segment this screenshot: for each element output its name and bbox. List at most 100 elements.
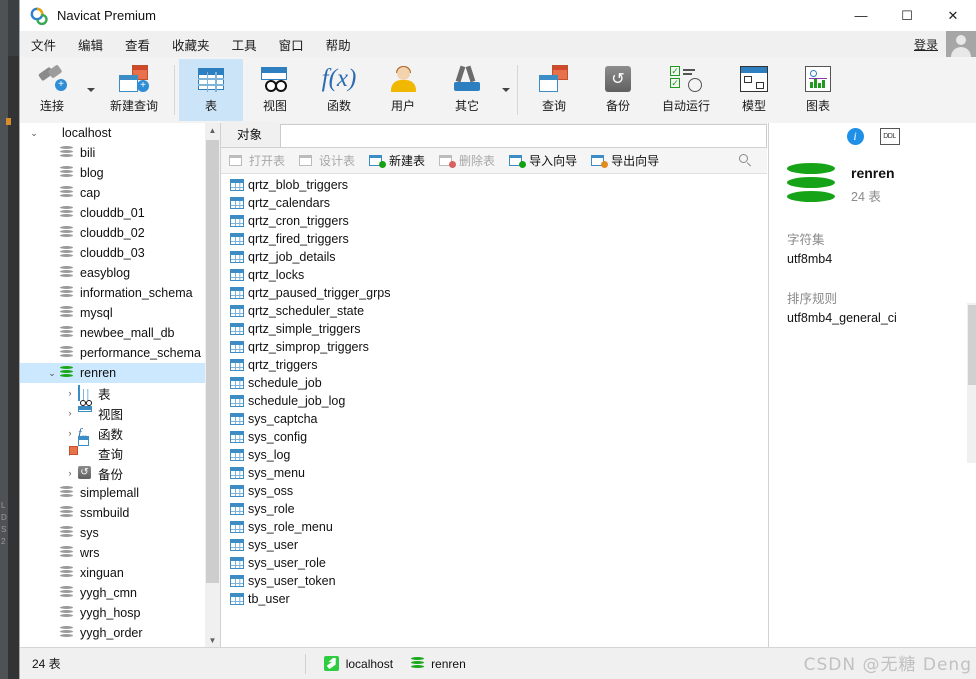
table-list-item[interactable]: sys_role <box>221 500 767 518</box>
ddl-icon[interactable]: DDL <box>879 127 900 145</box>
ribbon-button-user[interactable]: 用户 <box>371 59 435 121</box>
login-link[interactable]: 登录 <box>914 36 938 53</box>
tree-node-bili[interactable]: bili <box>20 143 205 163</box>
tree-node-blog[interactable]: blog <box>20 163 205 183</box>
tree-scroll-thumb[interactable] <box>206 140 219 583</box>
minimize-button[interactable]: — <box>838 0 884 31</box>
tree-node-wrs[interactable]: wrs <box>20 543 205 563</box>
table-list-item[interactable]: sys_captcha <box>221 410 767 428</box>
menu-item-file[interactable]: 文件 <box>20 31 67 58</box>
table-list-item[interactable]: qrtz_calendars <box>221 194 767 212</box>
other-dropdown-caret-icon[interactable] <box>499 59 513 121</box>
menu-item-window[interactable]: 窗口 <box>268 31 315 58</box>
maximize-button[interactable]: ☐ <box>884 0 930 31</box>
tree-node-newbee_mall_db[interactable]: newbee_mall_db <box>20 323 205 343</box>
table-list-item[interactable]: qrtz_locks <box>221 266 767 284</box>
table-list-item[interactable]: sys_log <box>221 446 767 464</box>
tree-node-xinguan[interactable]: xinguan <box>20 563 205 583</box>
table-list-item[interactable]: qrtz_simprop_triggers <box>221 338 767 356</box>
tree-node-查询[interactable]: ›查询 <box>20 436 205 463</box>
tree-node-备份[interactable]: › ↺ 备份 <box>20 463 205 483</box>
tree-node-sys[interactable]: sys <box>20 523 205 543</box>
tree-twisty-icon[interactable]: ⌄ <box>44 368 60 379</box>
table-list-item[interactable]: qrtz_fired_triggers <box>221 230 767 248</box>
object-toolbar-design-table[interactable]: 设计表 <box>293 150 361 171</box>
tree-twisty-icon[interactable]: › <box>62 388 78 398</box>
table-list-item[interactable]: sys_role_menu <box>221 518 767 536</box>
avatar[interactable] <box>946 31 976 57</box>
ribbon-button-chart[interactable]: 图表 <box>786 59 850 121</box>
tree-node-performance_schema[interactable]: performance_schema <box>20 343 205 363</box>
table-list-item[interactable]: tb_user <box>221 590 767 608</box>
table-list-item[interactable]: qrtz_job_details <box>221 248 767 266</box>
table-list-item[interactable]: qrtz_triggers <box>221 356 767 374</box>
tree-node-yygh_order[interactable]: yygh_order <box>20 623 205 643</box>
menu-item-help[interactable]: 帮助 <box>315 31 362 58</box>
tree-node-yygh_cmn[interactable]: yygh_cmn <box>20 583 205 603</box>
connection-dropdown-caret-icon[interactable] <box>84 59 98 121</box>
ribbon-button-function[interactable]: f(x) 函数 <box>307 59 371 121</box>
close-button[interactable]: ✕ <box>930 0 976 31</box>
object-toolbar-open-table[interactable]: 打开表 <box>223 150 291 171</box>
ribbon-button-connection[interactable]: + 连接 <box>20 59 84 121</box>
menu-item-favorites[interactable]: 收藏夹 <box>161 31 221 58</box>
search-icon[interactable] <box>739 153 753 168</box>
tree-node-clouddb_03[interactable]: clouddb_03 <box>20 243 205 263</box>
tree-node-renren[interactable]: ⌄ renren <box>20 363 205 383</box>
tree-node-函数[interactable]: ›fx函数 <box>20 423 205 444</box>
table-list-item[interactable]: qrtz_scheduler_state <box>221 302 767 320</box>
object-toolbar-delete-table[interactable]: 删除表 <box>433 150 501 171</box>
tree-node-easyblog[interactable]: easyblog <box>20 263 205 283</box>
tree-node-yygh_hosp[interactable]: yygh_hosp <box>20 603 205 623</box>
table-name: sys_user <box>248 538 299 552</box>
info-scroll-thumb[interactable] <box>968 305 976 385</box>
menu-item-view[interactable]: 查看 <box>114 31 161 58</box>
table-list-item[interactable]: qrtz_blob_triggers <box>221 176 767 194</box>
tab-objects[interactable]: 对象 <box>221 121 279 147</box>
tree-node-information_schema[interactable]: information_schema <box>20 283 205 303</box>
table-list-item[interactable]: qrtz_simple_triggers <box>221 320 767 338</box>
table-list-item[interactable]: schedule_job_log <box>221 392 767 410</box>
tree-node-表[interactable]: › 表 <box>20 383 205 403</box>
table-list-item[interactable]: sys_oss <box>221 482 767 500</box>
ribbon-button-query[interactable]: 查询 <box>522 59 586 121</box>
tree-twisty-icon[interactable]: › <box>62 468 78 478</box>
menu-item-edit[interactable]: 编辑 <box>67 31 114 58</box>
tree-scrollbar[interactable]: ▲ ▼ <box>205 123 220 648</box>
tree-node-视图[interactable]: › 视图 <box>20 400 205 423</box>
tree-node-ssmbuild[interactable]: ssmbuild <box>20 503 205 523</box>
ribbon-button-model[interactable]: 模型 <box>722 59 786 121</box>
object-toolbar-import-wizard[interactable]: 导入向导 <box>503 150 583 171</box>
table-list-item[interactable]: schedule_job <box>221 374 767 392</box>
info-scrollbar[interactable] <box>967 303 976 463</box>
tree-node-cap[interactable]: cap <box>20 183 205 203</box>
table-list-item[interactable]: sys_config <box>221 428 767 446</box>
table-list-item[interactable]: sys_user_token <box>221 572 767 590</box>
tree-node-label: yygh_hosp <box>80 606 141 620</box>
menu-item-tools[interactable]: 工具 <box>221 31 268 58</box>
ribbon-button-other[interactable]: 其它 <box>435 59 499 121</box>
tree-twisty-icon[interactable]: › <box>62 408 78 418</box>
info-icon[interactable]: i <box>846 127 864 145</box>
table-list-item[interactable]: sys_user_role <box>221 554 767 572</box>
tree-node-clouddb_01[interactable]: clouddb_01 <box>20 203 205 223</box>
table-list-item[interactable]: sys_user <box>221 536 767 554</box>
tree-scroll-up-icon[interactable]: ▲ <box>205 123 220 138</box>
object-toolbar-export-wizard[interactable]: 导出向导 <box>585 150 665 171</box>
object-toolbar-new-table[interactable]: 新建表 <box>363 150 431 171</box>
ribbon-button-table[interactable]: 表 <box>179 59 243 121</box>
table-list-item[interactable]: qrtz_cron_triggers <box>221 212 767 230</box>
table-list-item[interactable]: sys_menu <box>221 464 767 482</box>
tree-twisty-icon[interactable]: › <box>62 428 78 438</box>
ribbon-button-new-query[interactable]: + 新建查询 <box>98 59 170 121</box>
tree-node-localhost[interactable]: ⌄ localhost <box>20 123 205 143</box>
ribbon-button-view[interactable]: 视图 <box>243 59 307 121</box>
ribbon-button-backup[interactable]: ↺ 备份 <box>586 59 650 121</box>
tree-node-mysql[interactable]: mysql <box>20 303 205 323</box>
tree-node-clouddb_02[interactable]: clouddb_02 <box>20 223 205 243</box>
ribbon-button-automation[interactable]: ✓ ✓ 自动运行 <box>650 59 722 121</box>
table-list-item[interactable]: qrtz_paused_trigger_grps <box>221 284 767 302</box>
tree-scroll-down-icon[interactable]: ▼ <box>205 633 220 648</box>
tree-node-simplemall[interactable]: simplemall <box>20 483 205 503</box>
tree-twisty-icon[interactable]: ⌄ <box>26 128 42 139</box>
